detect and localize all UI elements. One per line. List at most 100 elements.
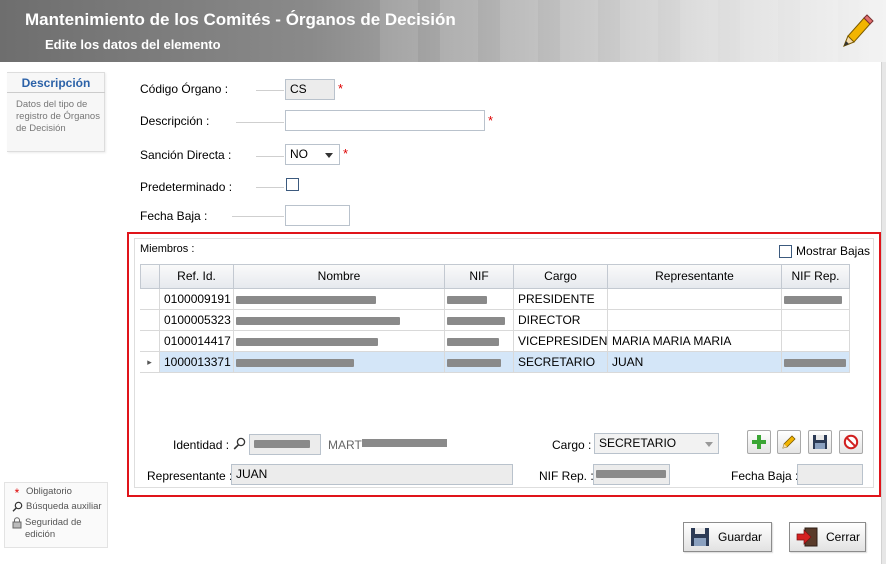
cell-nif-rep (782, 310, 850, 331)
description-tab-divider (7, 92, 105, 93)
cerrar-button[interactable]: Cerrar (789, 522, 866, 552)
row-indicator (140, 289, 160, 310)
cerrar-label: Cerrar (826, 530, 861, 544)
codigo-label: Código Órgano : (140, 82, 229, 96)
table-row[interactable]: 0100009191 PRESIDENTE (140, 289, 850, 310)
cell-nif (445, 289, 514, 310)
add-button[interactable] (747, 430, 771, 454)
codigo-required-mark: * (338, 81, 344, 96)
column-header-cargo[interactable]: Cargo (513, 264, 608, 289)
codigo-field[interactable]: CS (285, 79, 335, 100)
save-member-button[interactable] (808, 430, 832, 454)
predeterminado-leader (256, 187, 284, 188)
redacted-text (362, 439, 447, 447)
table-row[interactable]: 0100014417 VICEPRESIDENTE MARIA MARIA MA… (140, 331, 850, 352)
magnifier-icon[interactable] (233, 437, 246, 453)
cell-nif-rep (782, 331, 850, 352)
legend-search: Búsqueda auxiliar (11, 501, 102, 515)
row-indicator-arrow: ▸ (140, 352, 160, 373)
mostrar-bajas-checkbox[interactable] (779, 245, 792, 258)
descripcion-required-mark: * (488, 113, 494, 128)
column-header-ref-id[interactable]: Ref. Id. (159, 264, 234, 289)
sancion-select-value: NO (290, 147, 308, 161)
cell-nif (445, 310, 514, 331)
identidad-label: Identidad : (173, 438, 230, 452)
detail-fecha-baja-field[interactable] (797, 464, 863, 485)
cell-nif-rep (782, 352, 850, 373)
edit-button[interactable] (777, 430, 801, 454)
redacted-text (447, 317, 505, 325)
legend-security-label: Seguridad de edición (25, 517, 82, 540)
cell-nombre (234, 310, 445, 331)
row-indicator (140, 331, 160, 352)
fecha-baja-leader (232, 216, 284, 217)
grid-header-indicator (140, 264, 160, 289)
cell-ref-id: 0100005323 (160, 310, 234, 331)
redacted-text (784, 296, 842, 304)
cargo-select-value: SECRETARIO (599, 436, 677, 450)
chevron-down-icon[interactable] (705, 442, 713, 447)
sancion-required-mark: * (343, 146, 349, 161)
delete-button[interactable] (839, 430, 863, 454)
guardar-label: Guardar (718, 530, 763, 544)
cargo-select[interactable]: SECRETARIO (594, 433, 719, 454)
cargo-label: Cargo : (552, 438, 592, 452)
legend-required-label: Obligatorio (26, 486, 72, 497)
identidad-nombre-prefix: MART (328, 438, 362, 452)
cell-representante: MARIA MARIA MARIA (608, 331, 782, 352)
redacted-text (254, 440, 310, 448)
pencil-icon (782, 435, 796, 449)
identidad-field[interactable] (249, 434, 321, 455)
cell-ref-id: 1000013371 (160, 352, 234, 373)
nif-rep-field[interactable] (593, 464, 670, 485)
sancion-leader (256, 156, 284, 157)
redacted-text (784, 359, 846, 367)
column-header-representante[interactable]: Representante (607, 264, 782, 289)
magnifier-icon (11, 501, 23, 515)
pencil-icon (838, 14, 874, 52)
cell-cargo: DIRECTOR (514, 310, 608, 331)
floppy-icon (691, 528, 709, 546)
descripcion-leader (236, 122, 284, 123)
codigo-leader (256, 90, 284, 91)
chevron-down-icon[interactable] (325, 153, 333, 158)
cell-representante (608, 310, 782, 331)
cancel-icon (843, 434, 859, 450)
vertical-scrollbar[interactable] (881, 62, 886, 564)
cell-ref-id: 0100009191 (160, 289, 234, 310)
redacted-text (236, 296, 376, 304)
fecha-baja-label: Fecha Baja : (140, 209, 208, 223)
redacted-text (447, 359, 501, 367)
cell-representante: JUAN (608, 352, 782, 373)
nif-rep-label: NIF Rep. : (539, 469, 594, 483)
description-tab[interactable]: Descripción Datos del tipo de registro d… (7, 72, 105, 152)
table-row[interactable]: 0100005323 DIRECTOR (140, 310, 850, 331)
asterisk-icon: * (14, 486, 20, 500)
cell-nif-rep (782, 289, 850, 310)
redacted-text (236, 317, 400, 325)
cell-nif (445, 352, 514, 373)
cell-nombre (234, 289, 445, 310)
redacted-text (596, 470, 666, 478)
redacted-text (236, 359, 354, 367)
cell-nif (445, 331, 514, 352)
detail-fecha-baja-label: Fecha Baja : (731, 469, 799, 483)
column-header-nif[interactable]: NIF (444, 264, 514, 289)
legend-required: * Obligatorio (11, 486, 72, 500)
description-tab-title: Descripción (21, 76, 91, 90)
cell-representante (608, 289, 782, 310)
cell-cargo: SECRETARIO (514, 352, 608, 373)
predeterminado-checkbox[interactable] (286, 178, 299, 191)
column-header-nif-rep[interactable]: NIF Rep. (781, 264, 850, 289)
legend: * Obligatorio Búsqueda auxiliar Segurida… (4, 482, 108, 548)
descripcion-field[interactable] (285, 110, 485, 131)
column-header-nombre[interactable]: Nombre (233, 264, 445, 289)
guardar-button[interactable]: Guardar (683, 522, 772, 552)
mostrar-bajas-label: Mostrar Bajas (796, 244, 871, 258)
redacted-text (447, 338, 499, 346)
representante-field[interactable]: JUAN (231, 464, 513, 485)
fecha-baja-field[interactable] (285, 205, 350, 226)
header-decoration (380, 0, 886, 62)
cell-nombre (234, 331, 445, 352)
table-row-selected[interactable]: ▸ 1000013371 SECRETARIO JUAN (140, 352, 850, 373)
